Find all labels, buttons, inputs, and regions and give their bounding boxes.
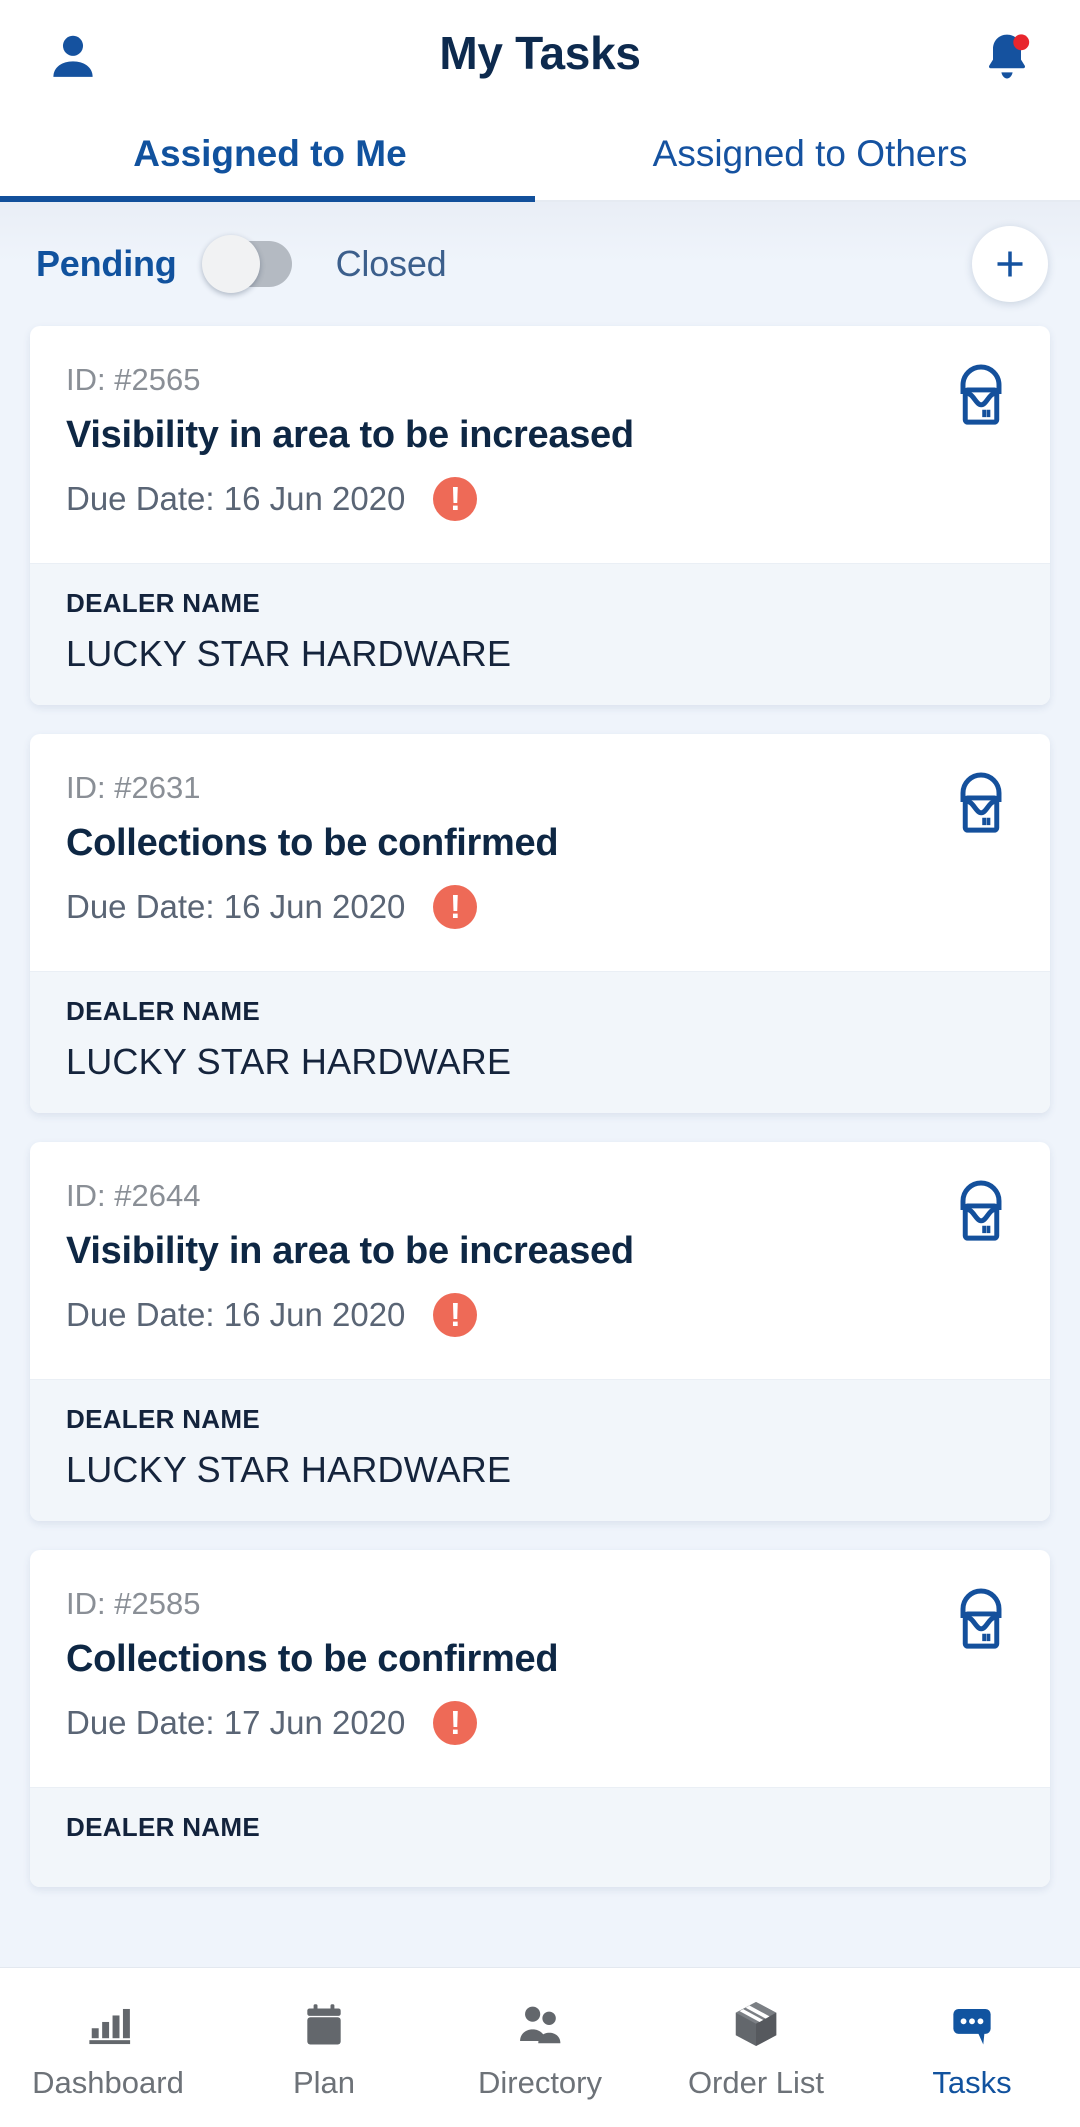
- dealer-name-value: LUCKY STAR HARDWARE: [66, 1449, 512, 1490]
- task-title: Visibility in area to be increased: [66, 1230, 634, 1272]
- task-due-row: Due Date: 16 Jun 2020 !: [66, 477, 1014, 521]
- task-due-date: Due Date: 17 Jun 2020: [66, 1704, 406, 1741]
- add-task-button[interactable]: [972, 226, 1048, 302]
- bottom-navigation: Dashboard Plan Directory Order List Task…: [0, 1967, 1080, 2127]
- dealer-name-label: DEALER NAME: [66, 1404, 260, 1434]
- task-due-row: Due Date: 16 Jun 2020 !: [66, 885, 1014, 929]
- task-card-footer: DEALER NAME LUCKY STAR HARDWARE: [30, 1379, 1050, 1521]
- task-card-list: ID: #2565 Visibility in area to be incre…: [0, 326, 1080, 1887]
- bar-chart-icon: [82, 1995, 134, 2051]
- paint-bucket-icon: [945, 358, 1017, 430]
- nav-label: Dashboard: [32, 2064, 184, 2100]
- nav-label: Plan: [292, 2064, 356, 2100]
- dealer-name-value: LUCKY STAR HARDWARE: [66, 1041, 512, 1082]
- task-card[interactable]: ID: #2644 Visibility in area to be incre…: [30, 1142, 1050, 1521]
- task-title: Collections to be confirmed: [66, 1638, 559, 1680]
- task-card-footer: DEALER NAME LUCKY STAR HARDWARE: [30, 563, 1050, 705]
- task-due-date: Due Date: 16 Jun 2020: [66, 480, 406, 517]
- tab-label: Assigned to Others: [652, 132, 968, 174]
- filter-pending-label[interactable]: Pending: [36, 243, 177, 285]
- task-id: ID: #2644: [66, 1178, 201, 1213]
- paint-bucket-icon: [945, 1582, 1017, 1654]
- dealer-name-value: LUCKY STAR HARDWARE: [66, 633, 512, 674]
- task-card-body: ID: #2644 Visibility in area to be incre…: [30, 1142, 1050, 1379]
- paint-bucket-icon: [945, 1174, 1017, 1246]
- task-card[interactable]: ID: #2585 Collections to be confirmed Du…: [30, 1550, 1050, 1887]
- task-due-date: Due Date: 16 Jun 2020: [66, 888, 406, 925]
- task-list-content: Pending Closed ID: #2565 Visibility in a…: [0, 202, 1080, 1967]
- task-card-footer: DEALER NAME: [30, 1787, 1050, 1887]
- task-card-footer: DEALER NAME LUCKY STAR HARDWARE: [30, 971, 1050, 1113]
- dealer-name-label: DEALER NAME: [66, 996, 260, 1026]
- pending-closed-toggle[interactable]: [201, 235, 292, 293]
- nav-item-order-list[interactable]: Order List: [648, 1968, 864, 2127]
- people-icon: [514, 1995, 566, 2051]
- chat-bubble-icon: [946, 1995, 998, 2051]
- nav-item-tasks[interactable]: Tasks: [864, 1968, 1080, 2127]
- alert-icon: !: [433, 1293, 478, 1337]
- alert-glyph: !: [449, 479, 461, 517]
- tab-bar: Assigned to Me Assigned to Others: [0, 113, 1080, 202]
- alert-icon: !: [433, 477, 478, 521]
- plus-icon: [997, 251, 1023, 277]
- nav-item-dashboard[interactable]: Dashboard: [0, 1968, 216, 2127]
- task-card-body: ID: #2631 Collections to be confirmed Du…: [30, 734, 1050, 971]
- dealer-name-label: DEALER NAME: [66, 588, 260, 618]
- task-title: Collections to be confirmed: [66, 822, 559, 864]
- dealer-name-label: DEALER NAME: [66, 1812, 260, 1842]
- alert-icon: !: [433, 885, 478, 929]
- tab-assigned-to-me[interactable]: Assigned to Me: [0, 113, 540, 202]
- paint-bucket-icon: [945, 766, 1017, 838]
- task-card[interactable]: ID: #2565 Visibility in area to be incre…: [30, 326, 1050, 705]
- task-due-row: Due Date: 16 Jun 2020 !: [66, 1293, 1014, 1337]
- filter-closed-label[interactable]: Closed: [336, 243, 447, 285]
- box-icon: [729, 1995, 783, 2051]
- task-card-body: ID: #2565 Visibility in area to be incre…: [30, 326, 1050, 563]
- nav-item-directory[interactable]: Directory: [432, 1968, 648, 2127]
- task-id: ID: #2631: [66, 770, 201, 805]
- alert-glyph: !: [449, 1295, 461, 1333]
- alert-icon: !: [433, 1701, 478, 1745]
- nav-label: Directory: [477, 2064, 602, 2100]
- app-screen: My Tasks Assigned to Me Assigned to Othe…: [0, 0, 1080, 2127]
- task-id: ID: #2585: [66, 1586, 201, 1621]
- alert-glyph: !: [449, 1703, 461, 1741]
- alert-glyph: !: [449, 887, 461, 925]
- task-title: Visibility in area to be increased: [66, 414, 634, 456]
- nav-item-plan[interactable]: Plan: [216, 1968, 432, 2127]
- nav-label: Tasks: [932, 2064, 1012, 2100]
- app-header: My Tasks: [0, 0, 1080, 113]
- calendar-icon: [298, 1995, 350, 2051]
- bell-icon[interactable]: [972, 22, 1042, 92]
- task-card[interactable]: ID: #2631 Collections to be confirmed Du…: [30, 734, 1050, 1113]
- task-id: ID: #2565: [66, 362, 201, 397]
- profile-icon[interactable]: [38, 22, 108, 92]
- filter-bar: Pending Closed: [0, 202, 1080, 326]
- page-title: My Tasks: [439, 27, 641, 79]
- notification-dot: [1013, 33, 1030, 50]
- nav-label: Order List: [687, 2064, 825, 2100]
- task-due-date: Due Date: 16 Jun 2020: [66, 1296, 406, 1333]
- toggle-knob: [201, 235, 260, 293]
- task-card-body: ID: #2585 Collections to be confirmed Du…: [30, 1550, 1050, 1787]
- tab-assigned-to-others[interactable]: Assigned to Others: [540, 113, 1080, 202]
- task-due-row: Due Date: 17 Jun 2020 !: [66, 1701, 1014, 1745]
- tab-label: Assigned to Me: [133, 132, 407, 174]
